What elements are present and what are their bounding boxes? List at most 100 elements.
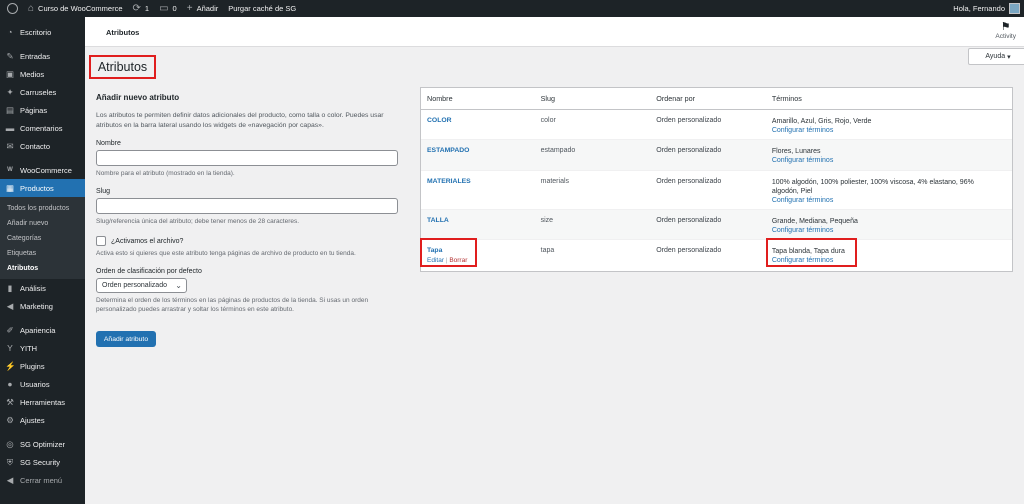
activity-button[interactable]: ⚑ Activity — [995, 21, 1016, 40]
collapse-icon: ◀ — [6, 474, 14, 485]
carousel-icon: ✦ — [6, 86, 14, 97]
table-header-row: Nombre Slug Ordenar por Términos — [421, 88, 1012, 110]
megaphone-icon: ◀ — [6, 300, 14, 311]
attribute-terms: Flores, Lunares — [771, 148, 821, 155]
sidebar-item-escritorio[interactable]: ◔ Escritorio — [0, 23, 85, 41]
breadcrumb: Atributos — [106, 28, 140, 37]
chevron-down-icon: ⌄ — [175, 281, 182, 290]
sidebar-item-marketing[interactable]: ◀ Marketing — [0, 297, 85, 315]
attributes-table: Nombre Slug Ordenar por Términos COLOR c… — [420, 87, 1013, 272]
submenu-item-atributos[interactable]: Atributos — [0, 261, 85, 276]
delete-link[interactable]: Borrar — [449, 257, 467, 264]
sidebar-item-sg-security[interactable]: ⛨ SG Security — [0, 453, 85, 471]
attribute-order: Orden personalizado — [656, 217, 722, 224]
sidebar-item-analisis[interactable]: ▮ Análisis — [0, 279, 85, 297]
shield-icon: ⛨ — [6, 456, 14, 467]
attribute-slug: estampado — [540, 147, 576, 154]
sg-optimizer-icon: ◎ — [6, 438, 14, 449]
configure-terms-link[interactable]: Configurar términos — [772, 256, 1012, 266]
account-menu[interactable]: Hola, Fernando — [953, 3, 1024, 14]
comments-icon: ▬ — [5, 122, 15, 133]
attribute-name-link[interactable]: ESTAMPADO — [427, 147, 535, 154]
order-label: Orden de clasificación por defecto — [96, 268, 202, 275]
sidebar-item-productos[interactable]: ▦ Productos — [0, 179, 85, 197]
users-icon: ● — [7, 378, 13, 389]
slug-label: Slug — [96, 188, 111, 195]
sidebar-item-paginas[interactable]: ▤ Páginas — [0, 101, 85, 119]
sidebar-item-yith[interactable]: Y YITH — [0, 339, 85, 357]
sidebar-item-medios[interactable]: ▣ Medios — [0, 65, 85, 83]
table-row: ESTAMPADO estampado Orden personalizado … — [421, 140, 1012, 171]
slug-field[interactable] — [96, 198, 398, 214]
add-attribute-form: Añadir nuevo atributo Los atributos te p… — [96, 93, 406, 347]
order-select[interactable]: Orden personalizado ⌄ — [96, 278, 187, 293]
configure-terms-link[interactable]: Configurar términos — [772, 226, 1012, 236]
settings-icon: ⚙ — [6, 414, 14, 425]
attribute-slug: size — [540, 217, 554, 224]
comment-icon: ▭ — [159, 2, 169, 14]
slug-description: Slug/referencia única del atributo; debe… — [96, 218, 300, 225]
configure-terms-link[interactable]: Configurar términos — [772, 196, 1012, 206]
archive-checkbox[interactable] — [96, 236, 106, 246]
sidebar-item-plugins[interactable]: ⚡ Plugins — [0, 357, 85, 375]
wordpress-logo-button[interactable] — [0, 0, 23, 17]
add-attribute-button[interactable]: Añadir atributo — [96, 331, 156, 347]
edit-link[interactable]: Editar — [427, 257, 444, 264]
sidebar-item-woocommerce[interactable]: W WooCommerce — [0, 161, 85, 179]
sidebar-item-ajustes[interactable]: ⚙ Ajustes — [0, 411, 85, 429]
new-content-link[interactable]: + Añadir — [182, 0, 224, 17]
sidebar-item-comentarios[interactable]: ▬ Comentarios — [0, 119, 85, 137]
row-actions: Editar | Borrar — [427, 257, 535, 264]
attribute-slug: tapa — [540, 247, 555, 254]
sidebar-item-carruseles[interactable]: ✦ Carruseles — [0, 83, 85, 101]
site-name-link[interactable]: ⌂ Curso de WooCommerce — [23, 0, 128, 17]
attribute-slug: color — [540, 117, 556, 124]
page-title: Atributos — [89, 55, 156, 79]
configure-terms-link[interactable]: Configurar términos — [772, 156, 1012, 166]
attribute-order: Orden personalizado — [656, 147, 722, 154]
page-header: Atributos ⚑ Activity — [85, 17, 1024, 47]
avatar — [1009, 3, 1020, 14]
collapse-menu-button[interactable]: ◀ Cerrar menú — [0, 471, 85, 489]
submenu-item-todos[interactable]: Todos los productos — [0, 201, 85, 216]
form-heading: Añadir nuevo atributo — [96, 93, 180, 102]
attribute-order: Orden personalizado — [656, 247, 722, 254]
sidebar-item-herramientas[interactable]: ⚒ Herramientas — [0, 393, 85, 411]
submenu-item-categorias[interactable]: Categorías — [0, 231, 85, 246]
attribute-name-link[interactable]: COLOR — [427, 117, 535, 124]
sidebar-item-apariencia[interactable]: ✐ Apariencia — [0, 321, 85, 339]
submenu-item-anadir[interactable]: Añadir nuevo — [0, 216, 85, 231]
attribute-name-link[interactable]: TALLA — [427, 217, 535, 224]
admin-sidebar: ◔ Escritorio ✎ Entradas ▣ Medios ✦ Carrusele… — [0, 17, 85, 504]
attribute-name-link[interactable]: MATERIALES — [427, 178, 535, 185]
form-intro: Los atributos te permiten definir datos … — [96, 112, 384, 129]
sidebar-item-usuarios[interactable]: ● Usuarios — [0, 375, 85, 393]
attribute-order: Orden personalizado — [656, 178, 722, 185]
wrench-icon: ⚒ — [6, 396, 14, 407]
table-row: Tapa Editar | Borrar tapa Orden personal… — [421, 240, 1012, 271]
attribute-name-link[interactable]: Tapa — [427, 247, 535, 254]
attribute-terms: Amarillo, Azul, Gris, Rojo, Verde — [771, 118, 872, 125]
purge-cache-link[interactable]: Purgar caché de SG — [223, 0, 301, 17]
wordpress-icon — [7, 3, 18, 14]
chart-icon: ▮ — [7, 282, 13, 293]
refresh-icon: ⟳ — [132, 2, 141, 14]
name-field[interactable] — [96, 150, 398, 166]
sidebar-item-entradas[interactable]: ✎ Entradas — [0, 47, 85, 65]
attribute-terms: Grande, Mediana, Pequeña — [771, 218, 858, 225]
configure-terms-link[interactable]: Configurar términos — [772, 126, 1012, 136]
brush-icon: ✐ — [6, 324, 14, 335]
sidebar-item-contacto[interactable]: ✉ Contacto — [0, 137, 85, 155]
help-button[interactable]: Ayuda ▾ — [968, 48, 1024, 65]
pages-icon: ▤ — [5, 104, 15, 115]
submenu-item-etiquetas[interactable]: Etiquetas — [0, 246, 85, 261]
media-icon: ▣ — [5, 68, 15, 79]
attribute-terms: 100% algodón, 100% poliester, 100% visco… — [771, 179, 974, 195]
comments-link[interactable]: ▭ 0 — [154, 0, 182, 17]
products-icon: ▦ — [5, 182, 15, 193]
chevron-down-icon: ▾ — [1007, 53, 1011, 61]
order-description: Determina el orden de los términos en la… — [96, 297, 369, 313]
archive-label: ¿Activamos el archivo? — [111, 237, 184, 245]
updates-link[interactable]: ⟳ 1 — [128, 0, 155, 17]
sidebar-item-sg-optimizer[interactable]: ◎ SG Optimizer — [0, 435, 85, 453]
